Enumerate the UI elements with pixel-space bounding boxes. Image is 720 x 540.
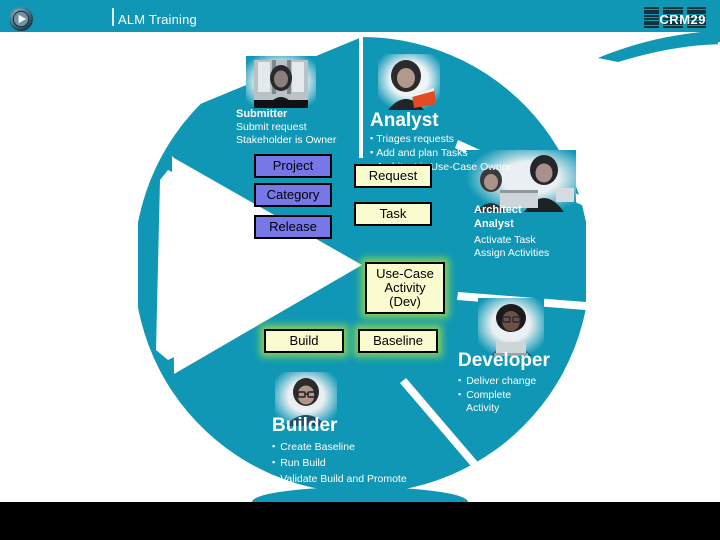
role-builder-bullet-2: Run Build [272, 456, 407, 470]
role-architect-line-2: Assign Activities [474, 247, 550, 259]
role-submitter-name: Submitter [236, 108, 288, 120]
role-submitter-line-2: Stakeholder is Owner [236, 134, 337, 146]
title-tick-mark [112, 8, 114, 26]
artifact-category[interactable]: Category [254, 183, 332, 207]
role-developer-bullet-2: Complete [458, 388, 550, 402]
artifact-use-case-activity-line-1: Use-Case [376, 266, 434, 281]
role-builder: Builder Create Baseline Run Build Valida… [272, 415, 407, 486]
artifact-release-label: Release [269, 219, 317, 234]
role-builder-bullet-3: Validate Build and Promote [272, 472, 406, 486]
artifact-use-case-activity-line-3: (Dev) [389, 294, 421, 309]
role-analyst-name: Analyst [370, 110, 439, 131]
role-developer-bullet-2-cont: Activity [466, 402, 500, 414]
artifact-task-label: Task [379, 206, 407, 221]
role-submitter: Submitter Submit request Stakeholder is … [236, 107, 336, 147]
role-developer-bullet-1: Deliver change [458, 374, 550, 388]
slide-header: ALM Training [0, 0, 720, 32]
artifact-baseline[interactable]: Baseline [358, 329, 438, 353]
artifact-build[interactable]: Build [264, 329, 344, 353]
analyst-photo [378, 54, 440, 110]
role-architect-analyst: Architect Analyst Activate Task Assign A… [474, 203, 549, 260]
artifact-use-case-activity[interactable]: Use-Case Activity (Dev) [365, 262, 445, 314]
role-builder-bullet-1: Create Baseline [272, 440, 407, 454]
artifact-baseline-label: Baseline [373, 333, 423, 348]
page-title: ALM Training [118, 12, 197, 27]
developer-photo [478, 298, 544, 356]
slide-canvas: ALM Training Submitter Submit request St… [0, 0, 720, 540]
role-submitter-line-1: Submit request [236, 121, 307, 133]
role-analyst-bullet-1: Triages requests [370, 132, 511, 146]
artifact-use-case-activity-line-2: Activity [384, 280, 426, 295]
artifact-build-label: Build [289, 333, 319, 348]
artifact-request-label: Request [368, 168, 418, 183]
artifact-release[interactable]: Release [254, 215, 332, 239]
role-developer: Developer Deliver change Complete Activi… [458, 350, 550, 415]
role-builder-name: Builder [272, 415, 338, 436]
slide-footer [0, 502, 720, 540]
play-circle-icon[interactable] [8, 6, 34, 32]
artifact-project-label: Project [272, 158, 314, 173]
role-architect-name-line-1: Architect [474, 204, 522, 216]
artifact-category-label: Category [266, 187, 320, 202]
artifact-task[interactable]: Task [354, 202, 432, 226]
role-developer-name: Developer [458, 350, 550, 371]
artifact-project[interactable]: Project [254, 154, 332, 178]
role-architect-name-line-2: Analyst [474, 218, 514, 230]
role-analyst-bullet-2: Add and plan Tasks [370, 146, 511, 160]
header-swoosh-decoration [540, 28, 720, 62]
submitter-photo [246, 56, 316, 108]
slide-code: CRM29 [659, 12, 706, 27]
role-architect-line-1: Activate Task [474, 234, 536, 246]
artifact-request[interactable]: Request [354, 164, 432, 188]
